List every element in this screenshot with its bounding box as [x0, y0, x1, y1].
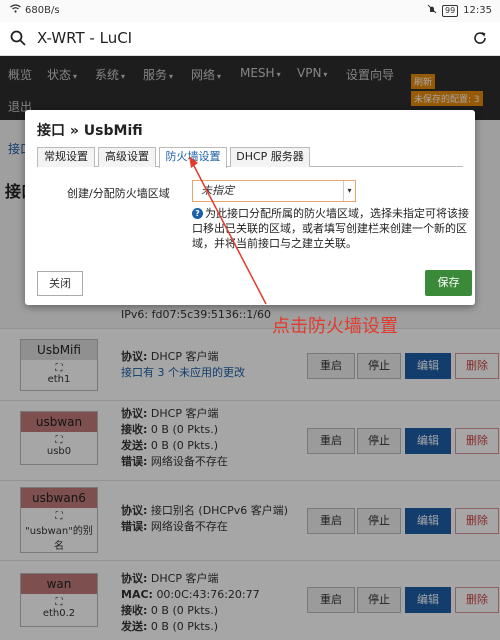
annotation-label: 点击防火墙设置: [272, 316, 398, 337]
annotation-arrow: [189, 156, 267, 305]
